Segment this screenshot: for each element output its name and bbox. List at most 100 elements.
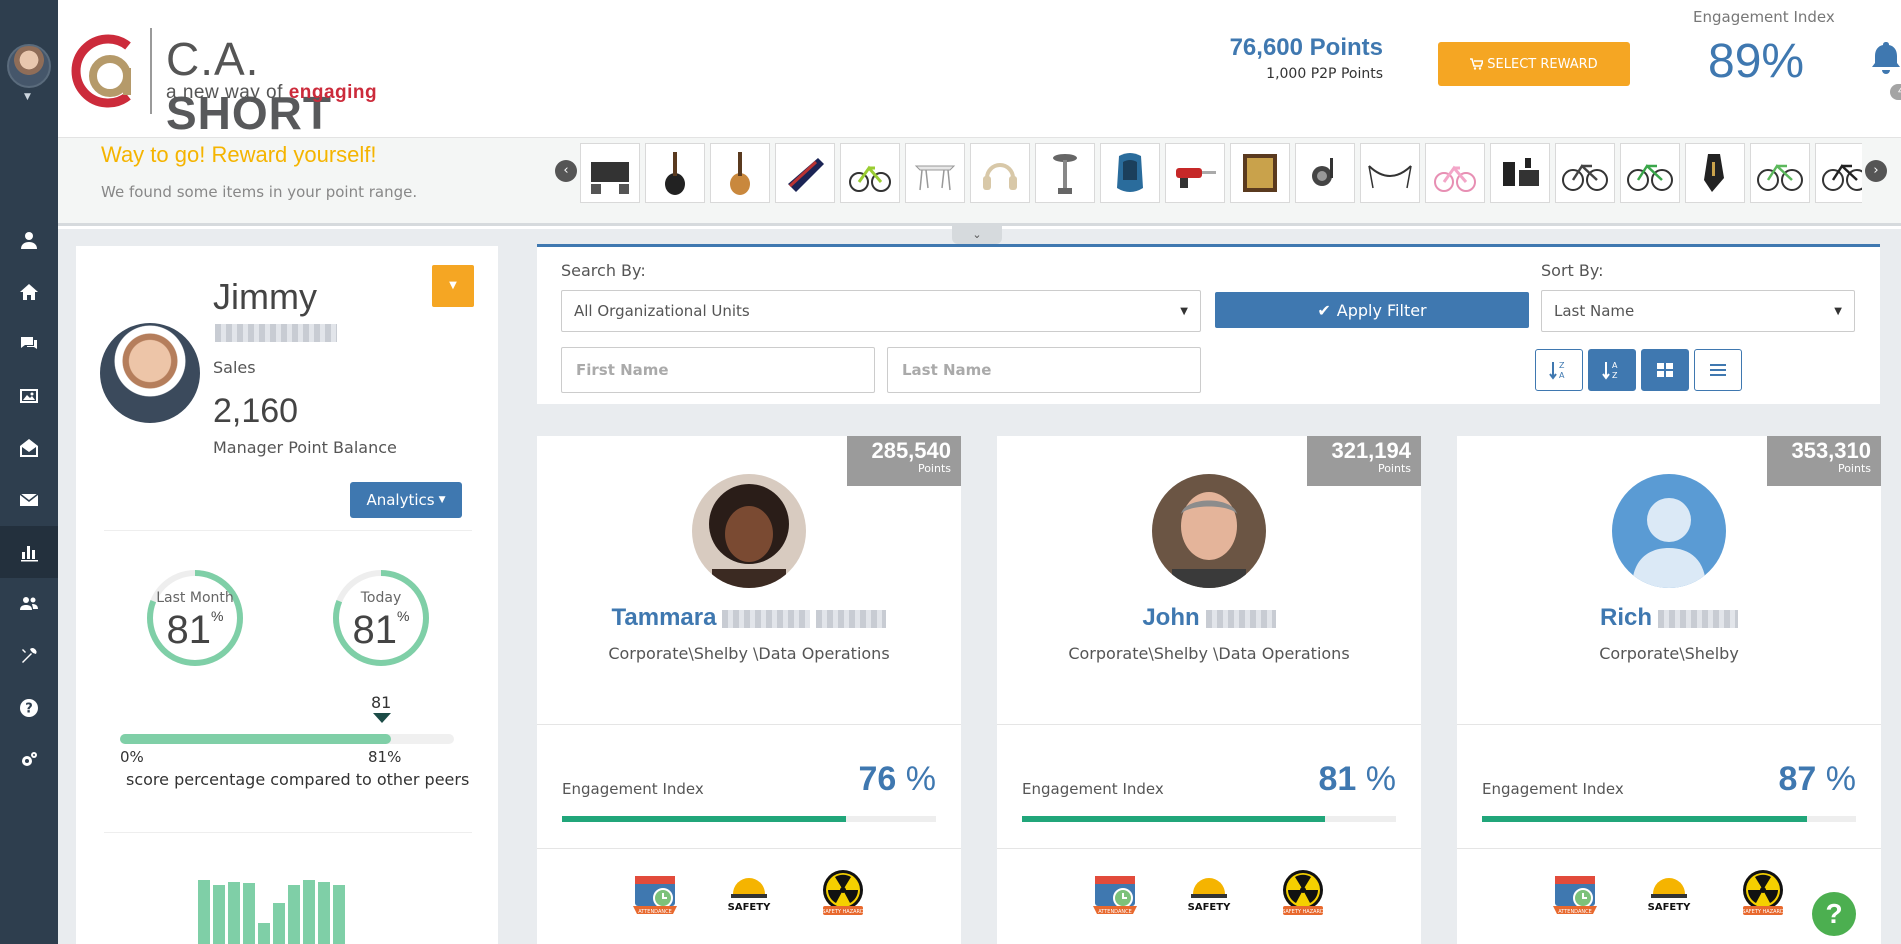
sort-z-a-button[interactable]: ZA	[1535, 349, 1583, 391]
safety-badge-icon[interactable]: SAFETY	[1183, 866, 1235, 922]
divider	[1457, 848, 1881, 849]
sidebar-item-profile[interactable]	[0, 214, 58, 266]
left-sidebar: ▼ ?	[0, 0, 58, 944]
mini-bar	[273, 903, 285, 944]
envelope-open-icon	[20, 439, 38, 457]
last-name-input[interactable]	[887, 347, 1201, 393]
sidebar-item-messages[interactable]	[0, 422, 58, 474]
reward-item-kids-bike-green[interactable]	[840, 143, 900, 203]
help-chat-button[interactable]: ?	[1812, 892, 1856, 936]
svg-text:SAFETY HAZARD: SAFETY HAZARD	[1742, 909, 1784, 915]
list-view-button[interactable]	[1694, 349, 1742, 391]
svg-text:ATTENDANCE: ATTENDANCE	[1098, 909, 1132, 915]
svg-text:SAFETY: SAFETY	[728, 902, 771, 913]
reward-item-acoustic-guitar-black[interactable]	[645, 143, 705, 203]
svg-text:SAFETY HAZARD: SAFETY HAZARD	[1282, 909, 1324, 915]
reward-item-bicycle[interactable]	[1555, 143, 1615, 203]
collapse-strip-toggle[interactable]: ⌄	[952, 226, 1002, 244]
peer-score-bar	[120, 734, 454, 744]
reward-item-golf-driver[interactable]	[1685, 143, 1745, 203]
engagement-index-label: Engagement Index	[562, 780, 704, 798]
svg-text:A: A	[1559, 371, 1565, 380]
grid-view-button[interactable]	[1641, 349, 1689, 391]
attendance-badge-icon[interactable]: ATTENDANCE	[1549, 866, 1601, 922]
reward-item-folding-table[interactable]	[905, 143, 965, 203]
notifications-bell-icon[interactable]	[1870, 40, 1901, 80]
employee-card[interactable]: 353,310 Points Rich Corporate\Shelby Enga…	[1457, 436, 1881, 944]
attendance-badge-icon[interactable]: ATTENDANCE	[1089, 866, 1141, 922]
safety-badge-icon[interactable]: SAFETY	[723, 866, 775, 922]
sidebar-item-gallery[interactable]	[0, 370, 58, 422]
sidebar-item-chat[interactable]	[0, 318, 58, 370]
employee-name[interactable]: Rich	[1457, 604, 1881, 632]
reward-item-patio-heater[interactable]	[1035, 143, 1095, 203]
reward-item-fishing-reel[interactable]	[1295, 143, 1355, 203]
attendance-badge-icon[interactable]: ATTENDANCE	[629, 866, 681, 922]
sidebar-item-mail[interactable]	[0, 474, 58, 526]
sidebar-item-team[interactable]	[0, 578, 58, 630]
acoustic-guitar-black-icon	[665, 152, 685, 195]
reward-item-car-seat[interactable]	[1100, 143, 1160, 203]
logo-tagline: a new way of engaging	[166, 82, 378, 103]
chevron-down-icon[interactable]: ▼	[24, 92, 31, 102]
org-unit-select[interactable]: All Organizational Units ▼	[561, 290, 1201, 332]
apply-filter-label: Apply Filter	[1336, 300, 1427, 320]
employee-name[interactable]: Tammara	[537, 604, 961, 632]
mini-bar	[228, 882, 240, 944]
sidebar-item-analytics[interactable]	[0, 526, 58, 578]
user-avatar[interactable]	[7, 44, 51, 88]
profile-dropdown-button[interactable]: ▼	[432, 265, 474, 307]
chat-icon	[21, 337, 37, 349]
select-reward-label: SELECT REWARD	[1487, 56, 1598, 72]
analytics-dropdown-button[interactable]: Analytics ▼	[350, 482, 462, 518]
reward-item-speaker-system[interactable]	[1490, 143, 1550, 203]
employee-card[interactable]: 285,540 Points Tammara Corporate\Shelby \…	[537, 436, 961, 944]
reward-item-framed-photo[interactable]	[1230, 143, 1290, 203]
peer-score-min: 0%	[120, 748, 144, 766]
carousel-prev-icon[interactable]: ‹	[555, 160, 577, 182]
employee-card[interactable]: 321,194 Points John Corporate\Shelby \Dat…	[997, 436, 1421, 944]
reward-item-home-theater[interactable]	[580, 143, 640, 203]
analytics-label: Analytics	[366, 491, 435, 509]
safety-hazard-badge-icon[interactable]: SAFETY HAZARD	[1277, 866, 1329, 922]
badge-row: ATTENDANCE SAFETY SAFETY HAZARD	[629, 866, 869, 922]
engagement-index-label: Engagement Index	[1482, 780, 1624, 798]
peer-score-max: 81%	[368, 748, 402, 766]
reward-item-reciprocating-saw[interactable]	[1165, 143, 1225, 203]
apply-filter-button[interactable]: ✔ Apply Filter	[1215, 292, 1529, 328]
svg-text:Z: Z	[1559, 361, 1565, 370]
sidebar-item-tools[interactable]	[0, 630, 58, 682]
reward-item-kids-bike-pink[interactable]	[1425, 143, 1485, 203]
reward-item-hammock[interactable]	[1360, 143, 1420, 203]
divider	[537, 724, 961, 725]
select-reward-button[interactable]: SELECT REWARD	[1438, 42, 1630, 86]
safety-hazard-badge-icon[interactable]: SAFETY HAZARD	[817, 866, 869, 922]
mini-bar	[288, 885, 300, 944]
points-badge: 353,310 Points	[1767, 436, 1881, 486]
engagement-index-value: 87 %	[1778, 760, 1856, 798]
sidebar-item-home[interactable]	[0, 266, 58, 318]
safety-hazard-badge-icon[interactable]: SAFETY HAZARD	[1737, 866, 1789, 922]
manager-point-balance-label: Manager Point Balance	[213, 438, 397, 457]
carousel-next-icon[interactable]: ›	[1865, 160, 1887, 182]
sort-select[interactable]: Last Name ▼	[1541, 290, 1855, 332]
mini-bar	[303, 880, 315, 944]
sidebar-item-help[interactable]: ?	[0, 682, 58, 734]
employee-name[interactable]: John	[997, 604, 1421, 632]
reward-item-guitar-case[interactable]	[775, 143, 835, 203]
reward-item-acoustic-guitar-natural[interactable]	[710, 143, 770, 203]
sidebar-item-settings[interactable]	[0, 734, 58, 786]
bar-chart-icon	[21, 546, 38, 562]
mini-bar-chart	[198, 870, 345, 944]
employee-avatar-placeholder	[1612, 474, 1726, 588]
sort-a-z-button[interactable]: AZ	[1588, 349, 1636, 391]
reward-item-bicycle-green-2[interactable]	[1750, 143, 1810, 203]
reward-item-bicycle-green[interactable]	[1620, 143, 1680, 203]
safety-badge-icon[interactable]: SAFETY	[1643, 866, 1695, 922]
sort-value: Last Name	[1554, 302, 1635, 320]
svg-text:ATTENDANCE: ATTENDANCE	[638, 909, 672, 915]
reward-item-bicycle-2[interactable]	[1815, 143, 1862, 203]
reward-item-headphones[interactable]	[970, 143, 1030, 203]
company-logo[interactable]: C.A. SHORT a new way of engaging	[66, 26, 436, 139]
first-name-input[interactable]	[561, 347, 875, 393]
